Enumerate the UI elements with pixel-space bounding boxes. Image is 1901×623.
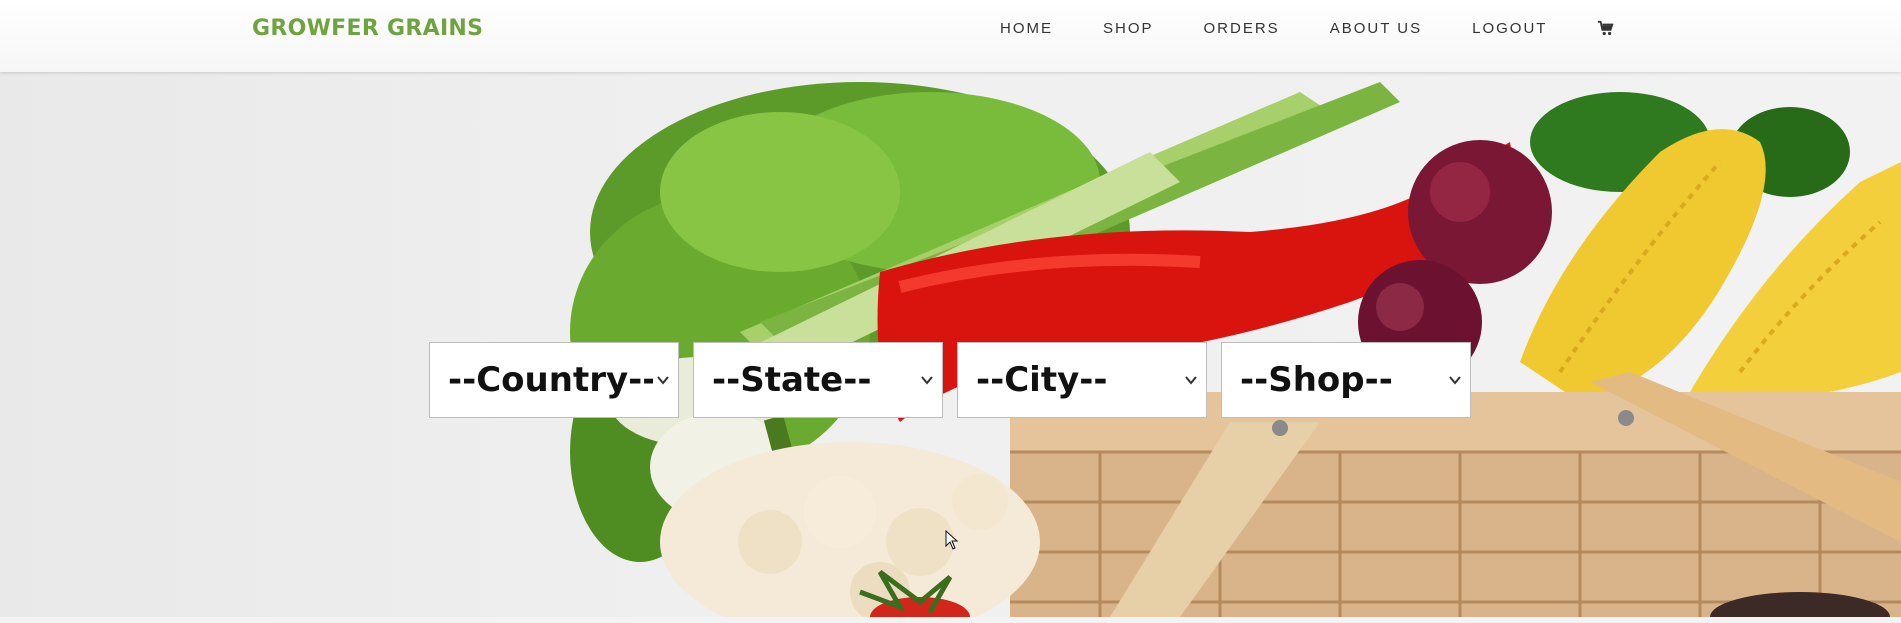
- nav-shop-link[interactable]: SHOP: [1103, 20, 1154, 38]
- nav-home-link[interactable]: HOME: [1000, 20, 1053, 38]
- city-select[interactable]: --City--: [957, 342, 1207, 418]
- top-navbar: GROWFER GRAINS HOME SHOP ORDERS ABOUT US…: [0, 0, 1901, 72]
- nav-logout-link[interactable]: LOGOUT: [1472, 20, 1547, 38]
- state-select[interactable]: --State--: [693, 342, 943, 418]
- mouse-cursor-icon: [945, 530, 959, 550]
- shop-select[interactable]: --Shop--: [1221, 342, 1471, 418]
- page-bottom-edge: [0, 617, 1901, 623]
- nav-menu: HOME SHOP ORDERS ABOUT US LOGOUT: [1000, 20, 1615, 38]
- state-select-value: --State--: [712, 360, 872, 400]
- chevron-down-icon: [1449, 376, 1461, 385]
- shop-select-value: --Shop--: [1240, 360, 1393, 400]
- country-select[interactable]: --Country--: [429, 342, 679, 418]
- cart-icon[interactable]: [1597, 20, 1615, 38]
- chevron-down-icon: [921, 376, 933, 385]
- chevron-down-icon: [657, 376, 669, 385]
- country-select-value: --Country--: [448, 360, 653, 400]
- brand-logo[interactable]: GROWFER GRAINS: [252, 16, 483, 41]
- nav-about-link[interactable]: ABOUT US: [1330, 20, 1422, 38]
- location-filter-bar: --Country-- --State-- --City-- --Shop--: [429, 342, 1471, 418]
- city-select-value: --City--: [976, 360, 1108, 400]
- nav-orders-link[interactable]: ORDERS: [1204, 20, 1280, 38]
- chevron-down-icon: [1185, 376, 1197, 385]
